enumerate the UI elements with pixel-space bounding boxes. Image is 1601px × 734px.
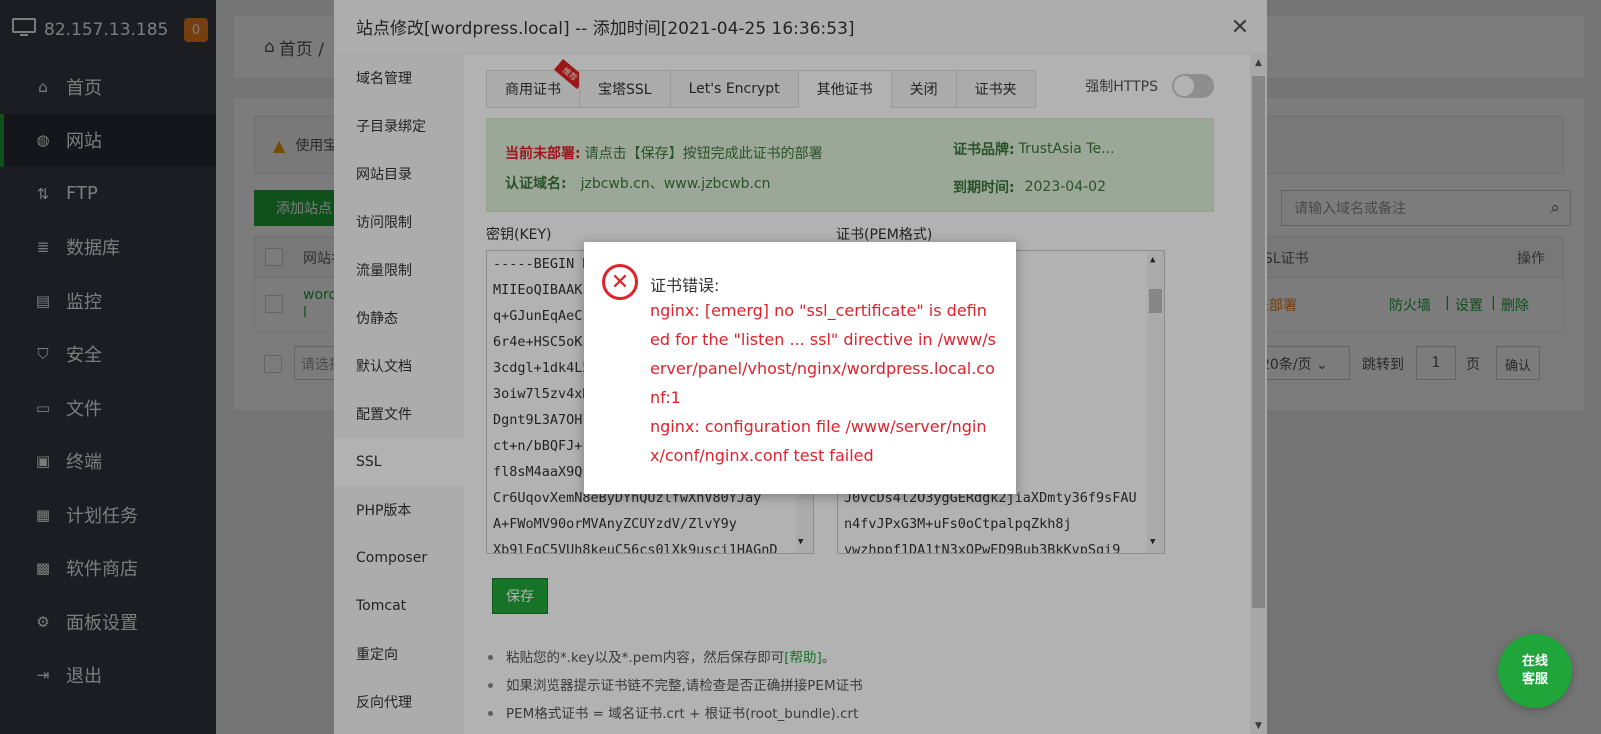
online-service-button[interactable]: 在线 客服 [1498,634,1572,708]
error-title: 证书错误: [650,276,720,295]
error-icon: ✕ [602,264,638,300]
error-message-2: nginx: configuration file /www/server/ng… [650,417,987,465]
cert-error-dialog: ✕ 证书错误: nginx: [emerg] no "ssl_certifica… [584,242,1016,494]
error-message-1: nginx: [emerg] no "ssl_certificate" is d… [650,301,996,407]
error-message: nginx: [emerg] no "ssl_certificate" is d… [650,296,996,470]
